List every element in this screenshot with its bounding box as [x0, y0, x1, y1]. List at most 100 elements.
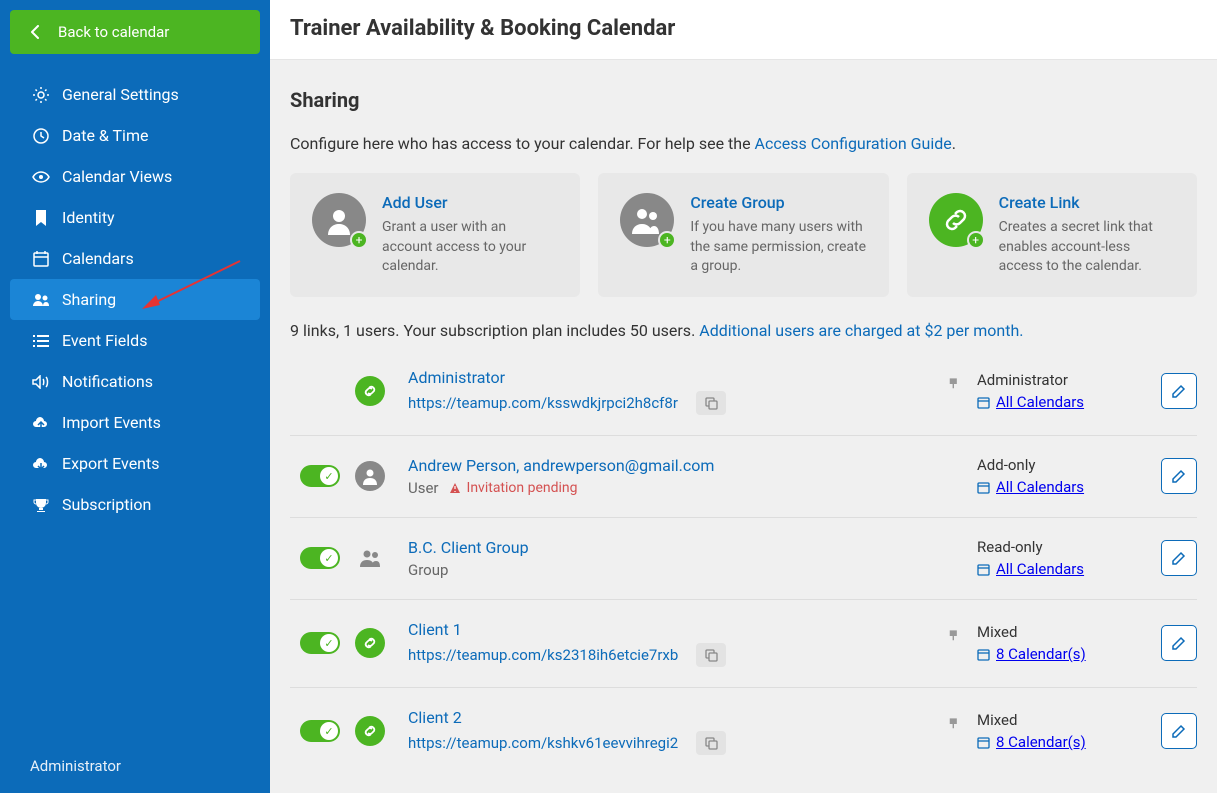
row-role: Administrator [977, 371, 1147, 389]
sidebar-item-date-time[interactable]: Date & Time [10, 115, 260, 156]
cloud-upload-icon [30, 416, 52, 430]
invitation-pending-badge: Invitation pending [449, 480, 578, 496]
chevron-left-icon [30, 25, 40, 39]
action-cards: + Add User Grant a user with an account … [290, 173, 1197, 297]
group-type-icon [355, 543, 385, 573]
sidebar-item-export-events[interactable]: Export Events [10, 443, 260, 484]
sidebar-item-label: General Settings [62, 85, 179, 104]
enable-toggle[interactable] [300, 547, 340, 569]
sidebar-item-import-events[interactable]: Import Events [10, 402, 260, 443]
enable-toggle[interactable] [300, 465, 340, 487]
header: Trainer Availability & Booking Calendar [270, 0, 1217, 60]
sidebar-item-general-settings[interactable]: General Settings [10, 74, 260, 115]
back-to-calendar-button[interactable]: Back to calendar [10, 10, 260, 54]
create-link-card[interactable]: + Create Link Creates a secret link that… [907, 173, 1197, 297]
calendar-small-icon [977, 481, 990, 494]
copy-button[interactable] [696, 643, 726, 667]
warning-icon [449, 482, 461, 494]
cloud-download-icon [30, 457, 52, 471]
edit-button[interactable] [1161, 540, 1197, 576]
additional-users-link[interactable]: Additional users are charged at $2 per m… [699, 321, 1023, 340]
row-title[interactable]: Client 1 [408, 620, 977, 639]
intro-text: Configure here who has access to your ca… [290, 134, 1197, 153]
row-calendars-link[interactable]: All Calendars [996, 560, 1084, 578]
sidebar-item-sharing[interactable]: Sharing [10, 279, 260, 320]
sharing-list: Administrator https://teamup.com/ksswdkj… [290, 358, 1197, 775]
back-label: Back to calendar [58, 23, 169, 41]
content: Sharing Configure here who has access to… [270, 60, 1217, 793]
row-calendars-link[interactable]: All Calendars [996, 478, 1084, 496]
sharing-row-client1: Client 1 https://teamup.com/ks2318ih6etc… [290, 600, 1197, 688]
section-heading: Sharing [290, 88, 1197, 112]
sidebar-item-notifications[interactable]: Notifications [10, 361, 260, 402]
calendar-small-icon [977, 736, 990, 749]
sidebar-item-event-fields[interactable]: Event Fields [10, 320, 260, 361]
edit-button[interactable] [1161, 458, 1197, 494]
row-title[interactable]: Administrator [408, 368, 977, 387]
trophy-icon [30, 497, 52, 513]
access-config-guide-link[interactable]: Access Configuration Guide [755, 134, 952, 153]
plus-icon: + [350, 231, 368, 249]
row-title[interactable]: Client 2 [408, 708, 977, 727]
main: Trainer Availability & Booking Calendar … [270, 0, 1217, 793]
edit-button[interactable] [1161, 373, 1197, 409]
sharing-row-client2: Client 2 https://teamup.com/kshkv61eevvi… [290, 688, 1197, 775]
group-icon: + [620, 193, 674, 247]
sharing-row-group: B.C. Client Group Group Read-only All Ca… [290, 518, 1197, 600]
user-icon: + [312, 193, 366, 247]
pin-icon [947, 629, 961, 643]
row-calendars-link[interactable]: All Calendars [996, 393, 1084, 411]
sidebar-item-subscription[interactable]: Subscription [10, 484, 260, 525]
plus-icon: + [967, 231, 985, 249]
sidebar-item-calendar-views[interactable]: Calendar Views [10, 156, 260, 197]
row-url[interactable]: https://teamup.com/kshkv61eevvihregi2 [408, 734, 678, 752]
enable-toggle[interactable] [300, 632, 340, 654]
copy-button[interactable] [696, 731, 726, 755]
card-title: Create Group [690, 193, 866, 212]
calendar-small-icon [977, 648, 990, 661]
row-role: Mixed [977, 711, 1147, 729]
sidebar-item-label: Export Events [62, 454, 160, 473]
row-role: Read-only [977, 538, 1147, 556]
sidebar-item-label: Subscription [62, 495, 151, 514]
row-title[interactable]: Andrew Person, andrewperson@gmail.com [408, 456, 977, 475]
sidebar-item-label: Calendars [62, 249, 134, 268]
sidebar-footer-label: Administrator [0, 739, 270, 793]
link-icon: + [929, 193, 983, 247]
eye-icon [30, 168, 52, 186]
row-role: Add-only [977, 456, 1147, 474]
copy-button[interactable] [696, 391, 726, 415]
row-calendars-link[interactable]: 8 Calendar(s) [996, 645, 1086, 663]
row-calendars-link[interactable]: 8 Calendar(s) [996, 733, 1086, 751]
link-type-icon [355, 628, 385, 658]
link-type-icon [355, 376, 385, 406]
pin-icon [947, 377, 961, 391]
bookmark-icon [30, 209, 52, 227]
calendar-small-icon [977, 396, 990, 409]
sidebar-item-identity[interactable]: Identity [10, 197, 260, 238]
sidebar-item-calendars[interactable]: Calendars [10, 238, 260, 279]
sidebar-item-label: Notifications [62, 372, 153, 391]
calendar-icon [30, 250, 52, 268]
row-role: Mixed [977, 623, 1147, 641]
row-url[interactable]: https://teamup.com/ksswdkjrpci2h8cf8r [408, 394, 678, 412]
edit-button[interactable] [1161, 625, 1197, 661]
users-icon [30, 293, 52, 307]
clock-icon [30, 127, 52, 145]
card-title: Add User [382, 193, 558, 212]
edit-button[interactable] [1161, 713, 1197, 749]
pin-icon [947, 717, 961, 731]
add-user-card[interactable]: + Add User Grant a user with an account … [290, 173, 580, 297]
create-group-card[interactable]: + Create Group If you have many users wi… [598, 173, 888, 297]
sidebar-item-label: Date & Time [62, 126, 148, 145]
row-type-label: User [408, 479, 439, 497]
row-title[interactable]: B.C. Client Group [408, 538, 977, 557]
sidebar-item-label: Import Events [62, 413, 161, 432]
list-icon [30, 334, 52, 348]
sidebar-item-label: Sharing [62, 290, 116, 309]
sound-icon [30, 375, 52, 389]
row-url[interactable]: https://teamup.com/ks2318ih6etcie7rxb [408, 646, 678, 664]
card-title: Create Link [999, 193, 1175, 212]
card-desc: Grant a user with an account access to y… [382, 218, 558, 277]
enable-toggle[interactable] [300, 720, 340, 742]
